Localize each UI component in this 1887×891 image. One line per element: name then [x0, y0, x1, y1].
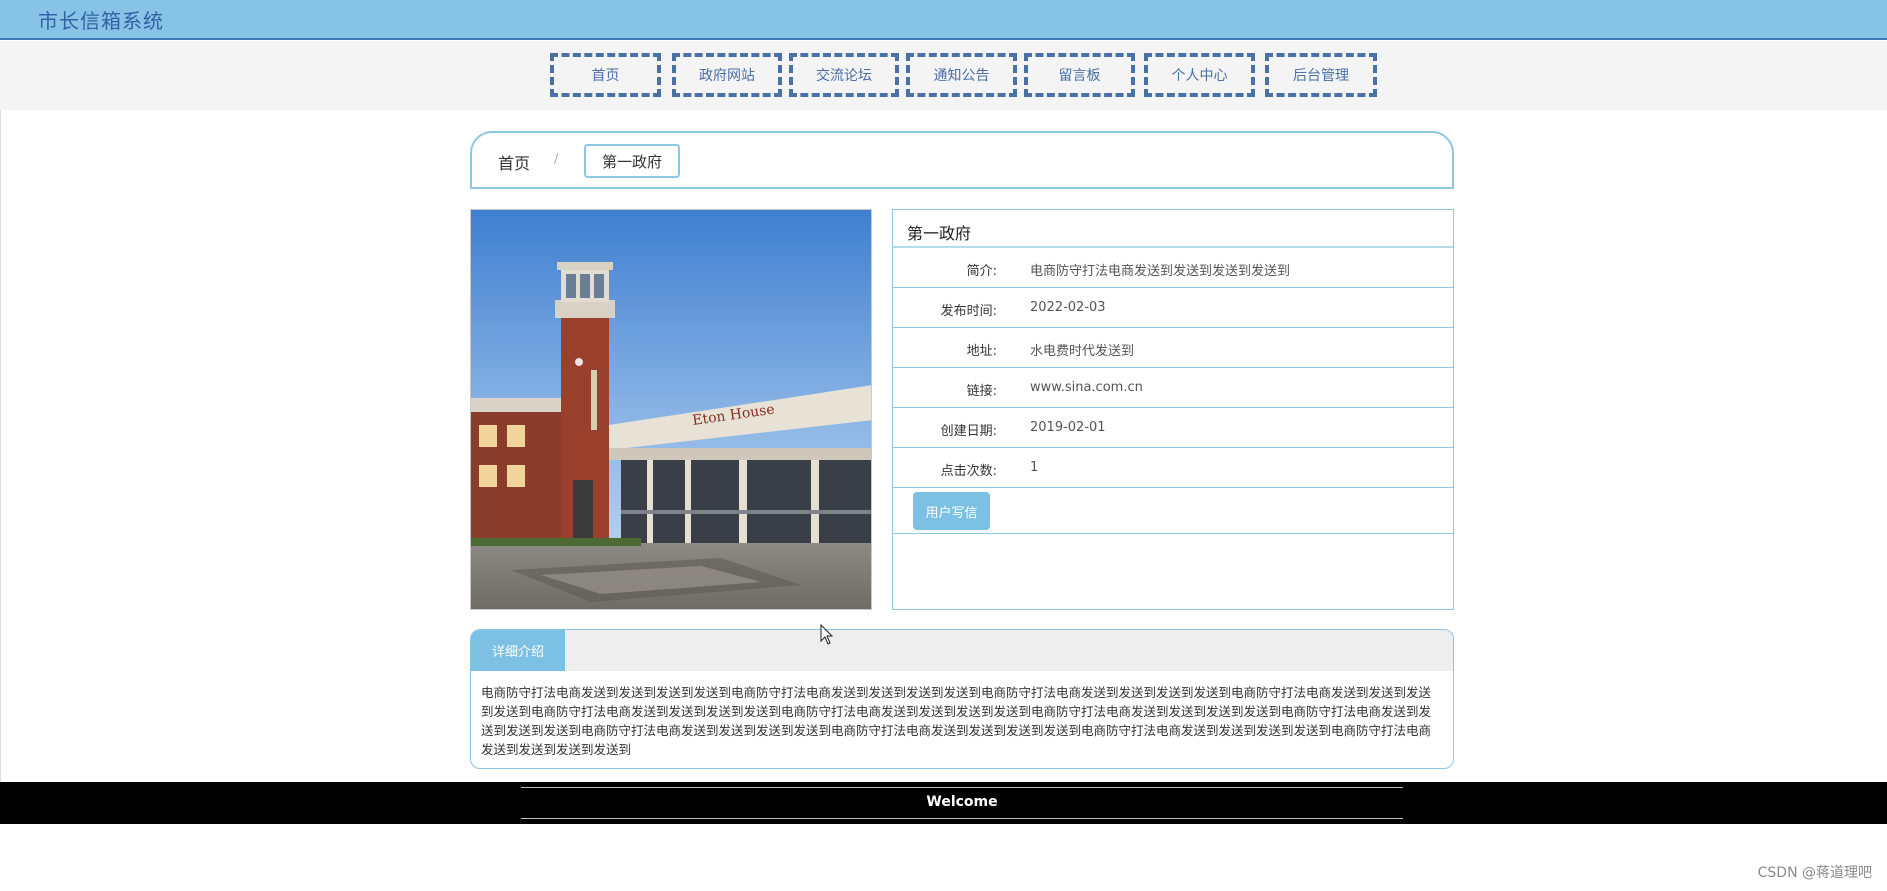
nav-item-gov-site[interactable]: 政府网站: [672, 53, 782, 97]
detail-row-click-count: 点击次数: 1: [893, 448, 1453, 488]
detail-row-address: 地址: 水电费时代发送到: [893, 328, 1453, 368]
nav-item-notices[interactable]: 通知公告: [906, 53, 1017, 97]
intro-tabbar: 详细介绍: [471, 630, 1453, 671]
breadcrumb: 首页 / 第一政府: [470, 131, 1454, 189]
detail-label: 链接:: [966, 384, 997, 399]
nav-item-home[interactable]: 首页: [550, 53, 661, 97]
detail-divider: [893, 533, 1453, 534]
nav-item-forum[interactable]: 交流论坛: [789, 53, 899, 97]
nav-item-admin[interactable]: 后台管理: [1265, 53, 1377, 97]
breadcrumb-separator: /: [554, 152, 559, 167]
intro-section: 详细介绍 电商防守打法电商发送到发送到发送到发送到电商防守打法电商发送到发送到发…: [470, 629, 1454, 769]
breadcrumb-current: 第一政府: [584, 144, 680, 178]
detail-label: 点击次数:: [940, 464, 997, 479]
detail-label: 发布时间:: [940, 304, 997, 319]
detail-row-link: 链接: www.sina.com.cn: [893, 368, 1453, 408]
intro-text: 电商防守打法电商发送到发送到发送到发送到电商防守打法电商发送到发送到发送到发送到…: [481, 685, 1432, 757]
app-title: 市长信箱系统: [38, 9, 164, 33]
detail-value: 电商防守打法电商发送到发送到发送到发送到: [1030, 264, 1291, 279]
main-nav: 首页 政府网站 交流论坛 通知公告 留言板 个人中心 后台管理: [0, 41, 1887, 110]
detail-link-value[interactable]: www.sina.com.cn: [1030, 380, 1143, 395]
detail-value: 水电费时代发送到: [1030, 344, 1135, 359]
write-letter-button[interactable]: 用户写信: [913, 492, 990, 530]
footer-divider-bottom: [521, 818, 1403, 819]
detail-title: 第一政府: [893, 210, 1453, 248]
detail-label: 创建日期:: [940, 424, 997, 439]
footer-welcome: Welcome: [926, 794, 998, 810]
top-header: 市长信箱系统: [0, 0, 1887, 40]
tab-detailed-intro[interactable]: 详细介绍: [471, 630, 565, 671]
page-edge: [0, 110, 1, 782]
government-building-photo: Eton House: [470, 209, 872, 610]
breadcrumb-home-link[interactable]: 首页: [498, 150, 530, 174]
detail-row-intro: 简介: 电商防守打法电商发送到发送到发送到发送到: [893, 248, 1453, 288]
detail-label: 简介:: [966, 264, 997, 279]
nav-item-profile[interactable]: 个人中心: [1144, 53, 1255, 97]
nav-item-messageboard[interactable]: 留言板: [1024, 53, 1135, 97]
detail-label: 地址:: [966, 344, 997, 359]
detail-value: 2019-02-01: [1030, 420, 1106, 435]
mouse-cursor-icon: [820, 624, 834, 645]
detail-panel: 第一政府 简介: 电商防守打法电商发送到发送到发送到发送到 发布时间: 2022…: [892, 209, 1454, 610]
detail-value: 1: [1030, 460, 1039, 475]
detail-row-publish-time: 发布时间: 2022-02-03: [893, 288, 1453, 328]
detail-value: 2022-02-03: [1030, 300, 1106, 315]
footer: Welcome: [0, 782, 1887, 824]
watermark: CSDN @蒋道理吧: [1757, 865, 1872, 881]
detail-row-created-date: 创建日期: 2019-02-01: [893, 408, 1453, 448]
footer-divider-top: [521, 787, 1403, 788]
